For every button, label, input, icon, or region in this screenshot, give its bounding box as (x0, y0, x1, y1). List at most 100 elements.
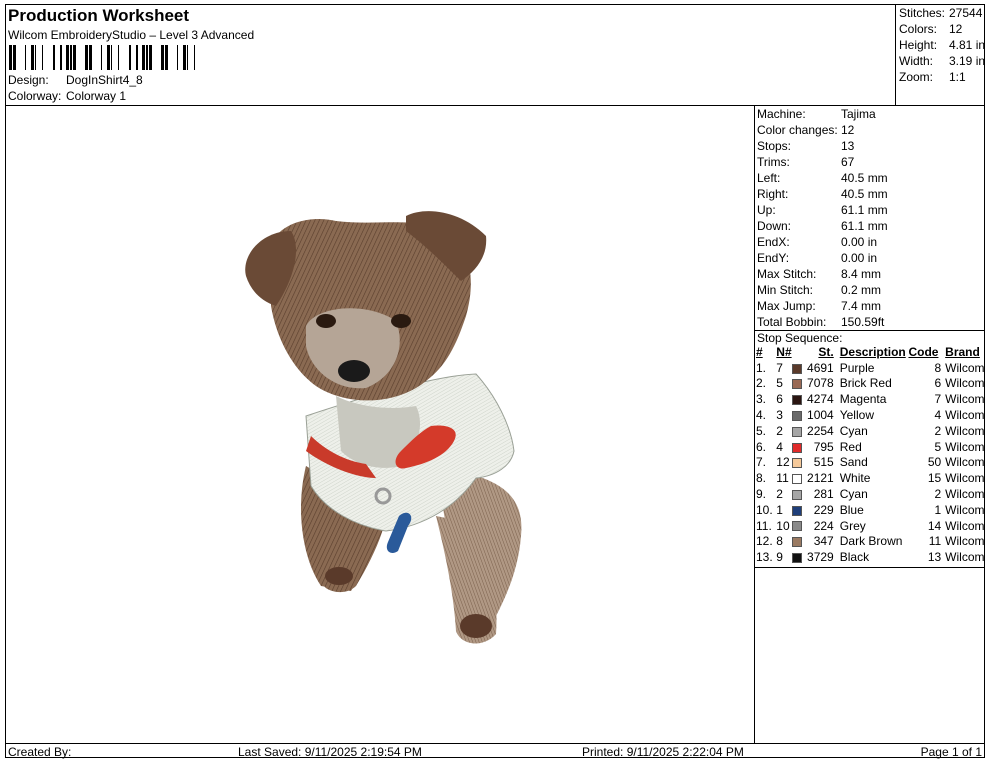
info-value: 61.1 mm (841, 219, 888, 233)
summary-row: Width: 3.19 in (899, 54, 985, 68)
info-value: 67 (841, 155, 855, 169)
color-swatch (792, 455, 805, 471)
stitch-count: 515 (813, 455, 834, 470)
stop-sequence-row: 3. 6 4274 Magenta 7 Wilcom (756, 391, 985, 407)
thread-description: Red (839, 439, 862, 454)
summary-row: Height: 4.81 in (899, 38, 985, 52)
stop-sequence-row: 6. 4 795 Red 5 Wilcom (756, 439, 985, 455)
thread-description: Grey (839, 518, 866, 533)
thread-description: Brick Red (839, 376, 892, 391)
col-header-brand: Brand (945, 344, 980, 359)
thread-color-swatch (792, 505, 803, 516)
thread-code: 15 (927, 471, 942, 486)
info-value: 40.5 mm (841, 171, 888, 185)
stop-index: 3. (756, 392, 767, 407)
stop-index: 8. (756, 471, 767, 486)
stitch-count: 347 (813, 534, 834, 549)
stop-sequence-row: 10. 1 229 Blue 1 Wilcom (756, 502, 985, 518)
thread-color-swatch (792, 442, 803, 453)
thread-description: Purple (839, 360, 875, 375)
col-header-stitches: St. (818, 344, 834, 359)
stop-sequence-row: 8. 11 2121 White 15 Wilcom (756, 470, 985, 486)
info-row: Stops: 13 (757, 139, 854, 153)
stop-sequence-row: 12. 8 347 Dark Brown 11 Wilcom (756, 534, 985, 550)
info-label: Trims: (757, 155, 790, 169)
needle-number: 2 (776, 487, 783, 502)
barcode-bar (177, 45, 178, 70)
color-swatch (792, 470, 805, 486)
thread-code: 50 (927, 455, 942, 470)
barcode-bar (149, 45, 152, 70)
thread-brand: Wilcom (945, 392, 985, 407)
stop-index: 1. (756, 360, 767, 375)
needle-number: 10 (776, 518, 790, 533)
worksheet-footer: Created By: Last Saved: 9/11/2025 2:19:5… (6, 743, 984, 759)
thread-color-swatch (792, 379, 803, 390)
info-value: 8.4 mm (841, 267, 882, 281)
page-title: Production Worksheet (8, 6, 190, 25)
stitch-count: 795 (813, 439, 834, 454)
thread-code: 4 (934, 408, 942, 423)
software-subtitle: Wilcom EmbroideryStudio – Level 3 Advanc… (8, 28, 255, 42)
thread-brand: Wilcom (945, 471, 985, 486)
embroidery-dog-image (245, 211, 522, 644)
info-label: Min Stitch: (757, 283, 814, 297)
thread-brand: Wilcom (945, 376, 985, 391)
thread-color-swatch (792, 458, 803, 469)
barcode-bar (60, 45, 62, 70)
color-swatch (792, 407, 805, 423)
stop-index: 13. (756, 550, 773, 565)
thread-description: Black (839, 550, 870, 565)
info-row: Up: 61.1 mm (757, 203, 888, 217)
needle-number: 1 (776, 502, 783, 517)
info-row: Down: 61.1 mm (757, 219, 888, 233)
stop-index: 10. (756, 502, 773, 517)
barcode-bar (73, 45, 76, 70)
stitch-count: 229 (813, 502, 834, 517)
info-row: EndY: 0.00 in (757, 251, 877, 265)
info-value: 12 (841, 123, 855, 137)
stop-sequence-row: 2. 5 7078 Brick Red 6 Wilcom (756, 376, 985, 392)
summary-label: Height: (899, 38, 938, 52)
barcode-bar (118, 45, 119, 70)
info-label: Up: (757, 203, 776, 217)
thread-code: 14 (927, 518, 942, 533)
info-label: Max Jump: (757, 299, 816, 313)
thread-brand: Wilcom (945, 360, 985, 375)
thread-description: Magenta (839, 392, 887, 407)
info-label: Left: (757, 171, 781, 185)
info-row: Color changes: 12 (757, 123, 854, 137)
barcode-bar (136, 45, 138, 70)
page-number: Page 1 of 1 (920, 745, 982, 759)
thread-color-swatch (792, 489, 803, 500)
stitch-count: 4274 (807, 392, 834, 407)
machine-info-panel: Machine: Tajima Color changes: 12 Stops: 13… (754, 106, 985, 743)
stop-index: 9. (756, 487, 767, 502)
barcode-bar (111, 45, 112, 70)
stop-index: 4. (756, 408, 767, 423)
info-label: Down: (757, 219, 792, 233)
stop-index: 6. (756, 439, 767, 454)
stop-sequence-table: # N# St. Description Code Brand 1. 7 4691 P… (756, 344, 985, 565)
stop-index: 11. (756, 518, 772, 533)
thread-code: 2 (934, 423, 942, 438)
design-preview (6, 106, 753, 743)
barcode-bar (35, 45, 36, 70)
color-swatch (792, 534, 805, 550)
stop-index: 2. (756, 376, 767, 391)
stitch-count: 2121 (807, 471, 834, 486)
design-label: Design: (8, 73, 49, 87)
needle-number: 3 (776, 408, 783, 423)
thread-brand: Wilcom (945, 487, 985, 502)
summary-row: Stitches: 27544 (899, 6, 982, 20)
barcode-bar (9, 45, 12, 70)
info-label: EndX: (757, 235, 790, 249)
info-value: 61.1 mm (841, 203, 888, 217)
color-swatch (792, 518, 805, 534)
color-swatch (792, 360, 805, 376)
barcode-bar (70, 45, 72, 70)
thread-code: 13 (927, 550, 942, 565)
thread-color-swatch (792, 395, 803, 406)
stitch-count: 7078 (807, 376, 834, 391)
thread-brand: Wilcom (945, 455, 985, 470)
